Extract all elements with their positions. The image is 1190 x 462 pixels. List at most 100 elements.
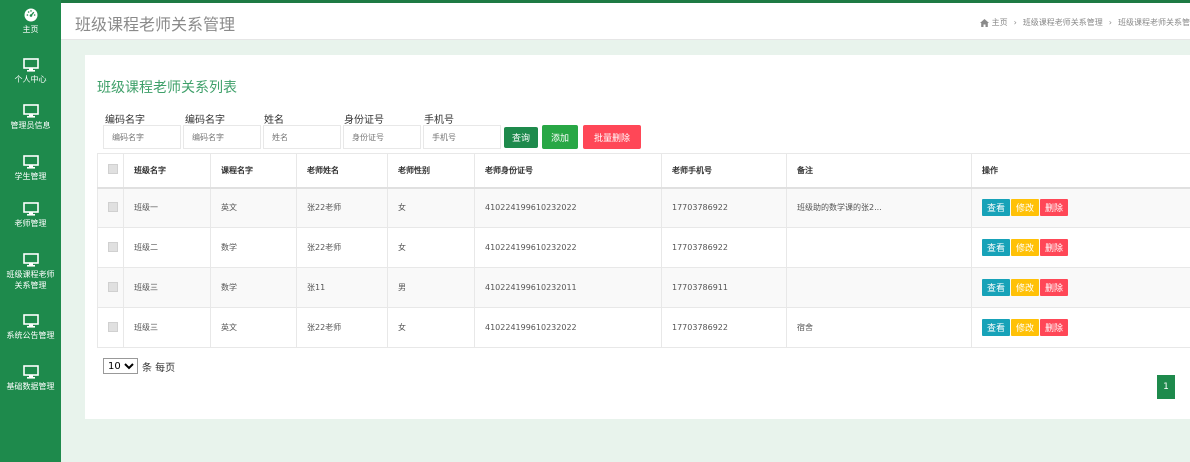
view-button[interactable]: 查看 — [982, 199, 1011, 217]
sidebar-item-class-course-teacher[interactable]: 班级课程老师 关系管理 — [0, 253, 61, 291]
table-cell: 410224199610232011 — [474, 267, 662, 308]
select-all-cell[interactable] — [97, 153, 124, 189]
table-cell: 英文 — [210, 187, 297, 228]
row-actions: 查看 修改 删除 — [971, 187, 1190, 228]
column-header: 备注 — [786, 153, 972, 189]
page-header: 班级课程老师关系管理 主页 › 班级课程老师关系管理 › 班级课程老师关系管 — [61, 3, 1190, 40]
select-all-checkbox[interactable] — [108, 164, 118, 175]
card-title: 班级课程老师关系列表 — [97, 80, 237, 96]
edit-button[interactable]: 修改 — [1011, 319, 1040, 336]
table-row: 班级三 英文 张22老师 女 410224199610232022 177037… — [97, 307, 1190, 348]
table-cell: 410224199610232022 — [474, 227, 662, 268]
list-card: 班级课程老师关系列表 编码名字 编码名字 姓名 身份证号 手机号 查询 添加 批… — [85, 55, 1190, 419]
sidebar-item-profile[interactable]: 个人中心 — [0, 58, 61, 85]
table-cell: 410224199610232022 — [474, 187, 662, 228]
edit-button[interactable]: 修改 — [1011, 279, 1040, 296]
table-row: 班级一 英文 张22老师 女 410224199610232022 177037… — [97, 187, 1190, 228]
breadcrumb-separator: › — [1013, 18, 1017, 27]
monitor-icon — [22, 365, 39, 379]
table-cell: 17703786911 — [661, 267, 787, 308]
view-button[interactable]: 查看 — [982, 239, 1011, 256]
sidebar-item-label: 系统公告管理 — [6, 331, 55, 340]
table-cell: 17703786922 — [661, 187, 787, 228]
code-name-input-1[interactable] — [103, 125, 181, 149]
row-select-cell[interactable] — [97, 187, 124, 228]
sidebar-item-students[interactable]: 学生管理 — [0, 155, 61, 182]
page-size-suffix: 条 每页 — [142, 362, 176, 374]
code-name-input-2[interactable] — [183, 125, 261, 149]
row-select-cell[interactable] — [97, 227, 124, 268]
table-cell: 班级三 — [123, 267, 211, 308]
page-size-control: 10 条 每页 — [103, 358, 175, 374]
table-cell: 英文 — [210, 307, 297, 348]
filter-label-code-name-1: 编码名字 — [105, 115, 145, 126]
table-row: 班级三 数学 张11 男 410224199610232011 17703786… — [97, 267, 1190, 308]
table-cell: 班级一 — [123, 187, 211, 228]
filter-label-id-number: 身份证号 — [344, 115, 384, 126]
row-select-cell[interactable] — [97, 307, 124, 348]
row-checkbox[interactable] — [108, 201, 118, 212]
table-cell: 女 — [387, 187, 475, 228]
filter-label-code-name-2: 编码名字 — [185, 115, 225, 126]
monitor-icon — [22, 104, 39, 118]
breadcrumb-level1[interactable]: 班级课程老师关系管理 — [1023, 17, 1103, 28]
column-header: 操作 — [971, 153, 1190, 189]
breadcrumb-home[interactable]: 主页 — [992, 17, 1008, 28]
edit-button[interactable]: 修改 — [1011, 239, 1040, 256]
row-checkbox[interactable] — [108, 241, 118, 252]
monitor-icon — [22, 253, 39, 267]
view-button[interactable]: 查看 — [982, 279, 1011, 296]
column-header: 老师身份证号 — [474, 153, 662, 189]
sidebar-item-home[interactable]: 主页 — [0, 8, 61, 35]
page-title: 班级课程老师关系管理 — [75, 15, 236, 34]
name-input[interactable] — [263, 125, 341, 149]
delete-button[interactable]: 删除 — [1040, 279, 1069, 296]
table-row: 班级二 数学 张22老师 女 410224199610232022 177037… — [97, 227, 1190, 268]
table-cell: 女 — [387, 227, 475, 268]
delete-button[interactable]: 删除 — [1040, 199, 1069, 217]
sidebar-item-label: 班级课程老师 关系管理 — [6, 270, 55, 290]
view-button[interactable]: 查看 — [982, 319, 1011, 336]
sidebar-item-teachers[interactable]: 老师管理 — [0, 202, 61, 229]
sidebar-item-label: 基础数据管理 — [6, 382, 55, 391]
table-cell: 410224199610232022 — [474, 307, 662, 348]
monitor-icon — [22, 155, 39, 169]
column-header: 老师性别 — [387, 153, 475, 189]
table-cell: 数学 — [210, 267, 297, 308]
column-header: 班级名字 — [123, 153, 211, 189]
row-actions: 查看 修改 删除 — [971, 307, 1190, 348]
sidebar-item-label: 个人中心 — [14, 75, 47, 84]
row-actions: 查看 修改 删除 — [971, 267, 1190, 308]
table-cell: 班级助的数学课的张2... — [786, 187, 972, 228]
table-cell: 数学 — [210, 227, 297, 268]
sidebar-item-announcements[interactable]: 系统公告管理 — [0, 314, 61, 341]
monitor-icon — [22, 314, 39, 328]
sidebar-item-label: 学生管理 — [14, 172, 47, 181]
id-number-input[interactable] — [343, 125, 421, 149]
home-icon — [979, 18, 989, 27]
sidebar-item-base-data[interactable]: 基础数据管理 — [0, 365, 61, 392]
pagination-page-1[interactable]: 1 — [1157, 375, 1175, 399]
table-cell: 17703786922 — [661, 227, 787, 268]
table-cell — [786, 267, 972, 308]
row-checkbox[interactable] — [108, 321, 118, 332]
query-button[interactable]: 查询 — [504, 127, 538, 148]
delete-button[interactable]: 删除 — [1040, 239, 1069, 256]
phone-input[interactable] — [423, 125, 501, 149]
sidebar-item-admin-info[interactable]: 管理员信息 — [0, 104, 61, 131]
page-size-select[interactable]: 10 — [103, 358, 138, 374]
edit-button[interactable]: 修改 — [1011, 199, 1040, 217]
breadcrumb-separator: › — [1108, 18, 1112, 27]
table-cell: 17703786922 — [661, 307, 787, 348]
column-header: 老师手机号 — [661, 153, 787, 189]
row-checkbox[interactable] — [108, 281, 118, 292]
add-button[interactable]: 添加 — [542, 125, 578, 149]
table-cell: 宿舍 — [786, 307, 972, 348]
delete-button[interactable]: 删除 — [1040, 319, 1069, 336]
table-cell: 班级三 — [123, 307, 211, 348]
row-select-cell[interactable] — [97, 267, 124, 308]
monitor-icon — [22, 202, 39, 216]
sidebar-item-label: 老师管理 — [14, 219, 47, 228]
table-cell: 张11 — [296, 267, 388, 308]
batch-delete-button[interactable]: 批量删除 — [583, 125, 641, 149]
